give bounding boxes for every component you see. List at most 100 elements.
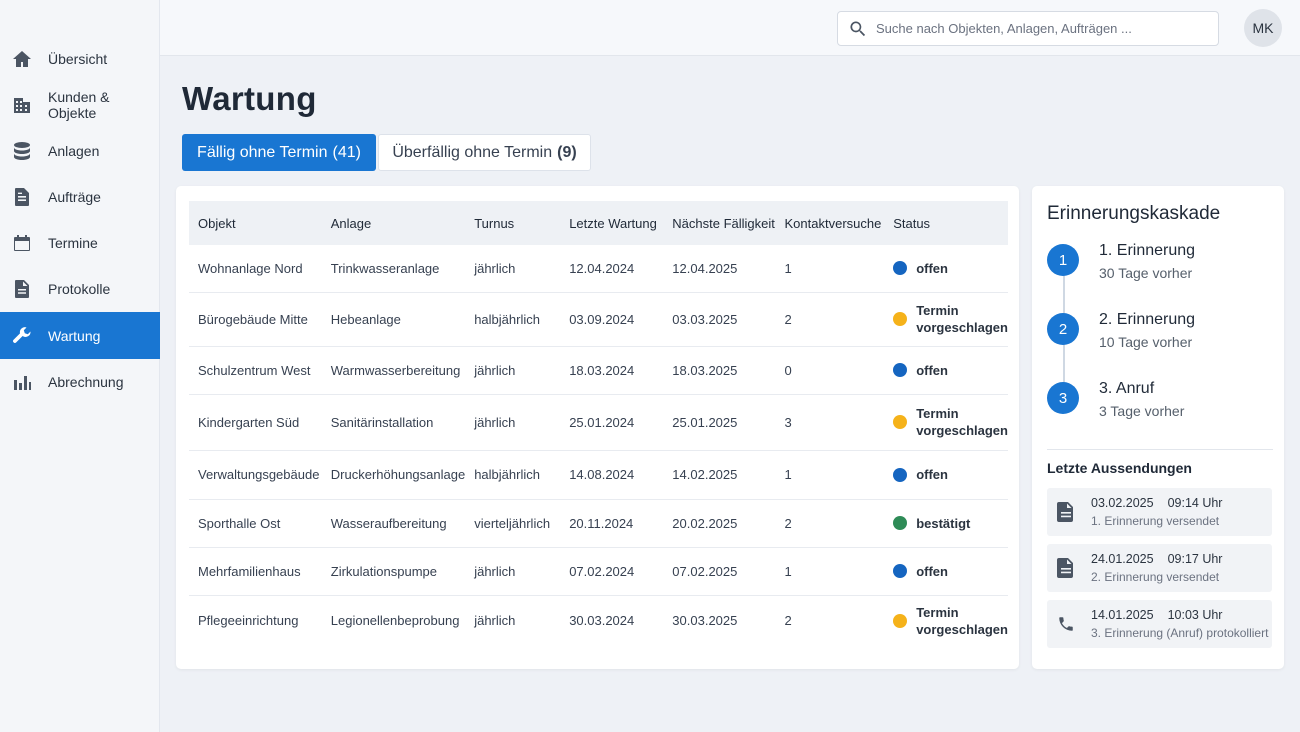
table-row[interactable]: Schulzentrum West Warmwasserbereitung jähr…	[189, 346, 1008, 394]
cell-status: offen	[884, 346, 1008, 394]
user-avatar[interactable]: MK	[1244, 9, 1282, 47]
step-subtitle: 10 Tage vorher	[1099, 334, 1193, 350]
column-header-turnus[interactable]: Turnus	[465, 201, 560, 245]
step-title: 3. Anruf	[1099, 380, 1155, 397]
cell-turnus: jährlich	[474, 362, 516, 378]
tab-ueberfaellig-ohne-termin[interactable]: Überfällig ohne Termin (9)	[378, 134, 591, 171]
cell-naechste-faelligkeit: 20.02.2025	[672, 515, 738, 531]
cell-status: Termin vorgeschlagen	[884, 292, 1008, 346]
column-header-kontaktversuche[interactable]: Kontaktversuche	[776, 201, 885, 245]
status-badge: Termin vorgeschlagen	[893, 302, 1008, 336]
top-bar: MK	[160, 0, 1300, 56]
cell-objekt: Sporthalle Ost	[198, 515, 281, 531]
cell-naechste-faelligkeit: 03.03.2025	[672, 311, 738, 327]
cell-naechste-faelligkeit: 14.02.2025	[672, 467, 738, 482]
cell-turnus: vierteljährlich	[474, 515, 551, 531]
sidebar-item-label: Abrechnung	[48, 374, 124, 390]
cell-kontaktversuche: 2	[784, 515, 792, 531]
cell-kontaktversuche: 1	[784, 260, 792, 276]
status-badge: offen	[893, 260, 1008, 277]
sending-time: 09:14 Uhr	[1167, 496, 1223, 510]
table-row[interactable]: Mehrfamilienhaus Zirkulationspumpe jährlic…	[189, 547, 1008, 595]
sidebar-item-übersicht[interactable]: Übersicht	[0, 36, 160, 82]
tab-faellig-ohne-termin[interactable]: Fällig ohne Termin (41)	[182, 134, 376, 171]
tab-count: (41)	[332, 143, 361, 161]
sidebar-item-label: Protokolle	[48, 281, 111, 297]
cell-turnus: jährlich	[474, 260, 516, 276]
status-label: Termin vorgeschlagen	[916, 406, 1008, 438]
cell-objekt: Pflegeeinrichtung	[198, 613, 299, 629]
recent-sending-item[interactable]: 03.02.2025 09:14 Uhr 1. Erinnerung versen…	[1047, 488, 1272, 536]
sidebar-item-label: Termine	[48, 235, 98, 251]
cell-anlage: Hebeanlage	[330, 311, 401, 327]
cell-anlage: Zirkulationspumpe	[330, 563, 437, 579]
cell-status: Termin vorgeschlagen	[884, 595, 1008, 646]
document-icon	[1057, 558, 1075, 578]
document-icon	[12, 187, 32, 207]
sidebar-item-label: Aufträge	[48, 189, 101, 205]
home-icon	[12, 49, 32, 69]
status-dot	[893, 564, 908, 578]
cell-letzte-wartung: 25.01.2024	[569, 414, 635, 430]
cell-naechste-faelligkeit: 12.04.2025	[672, 260, 738, 276]
cell-letzte-wartung: 07.02.2024	[569, 563, 635, 579]
table-row[interactable]: Sporthalle Ost Wasseraufbereitung viertelj…	[189, 499, 1008, 547]
divider	[1047, 449, 1273, 450]
status-badge: offen	[893, 362, 1008, 379]
sidebar-item-protokolle[interactable]: Protokolle	[0, 266, 160, 312]
cell-status: Termin vorgeschlagen	[884, 394, 1008, 450]
sending-description: 3. Erinnerung (Anruf) protokolliert	[1091, 626, 1269, 640]
search-box[interactable]	[837, 11, 1219, 46]
cell-turnus: jährlich	[474, 414, 516, 430]
search-input[interactable]	[876, 21, 1206, 36]
column-header-letzte-wartung[interactable]: Letzte Wartung	[560, 201, 663, 245]
table-row[interactable]: Kindergarten Süd Sanitärinstallation jährl…	[189, 394, 1008, 450]
table-row[interactable]: Verwaltungsgebäude Druckerhöhungsanlage ha…	[189, 450, 1008, 499]
cell-anlage: Warmwasserbereitung	[330, 362, 461, 378]
tab-label: Überfällig ohne Termin	[392, 143, 553, 161]
cell-kontaktversuche: 0	[784, 362, 792, 378]
status-dot	[893, 516, 908, 530]
cell-letzte-wartung: 20.11.2024	[569, 515, 634, 531]
cell-letzte-wartung: 14.08.2024	[569, 467, 635, 482]
document-icon	[1057, 502, 1075, 522]
sidebar-item-abrechnung[interactable]: Abrechnung	[0, 359, 160, 405]
cell-letzte-wartung: 30.03.2024	[569, 613, 635, 629]
cell-naechste-faelligkeit: 18.03.2025	[672, 362, 738, 378]
recent-sendings-title: Letzte Aussendungen	[1047, 460, 1192, 476]
sidebar-item-aufträge[interactable]: Aufträge	[0, 174, 160, 220]
status-label: bestätigt	[916, 515, 971, 531]
sidebar-item-label: Kunden & Objekte	[48, 89, 110, 121]
sidebar-item-kunden-objekte[interactable]: Kunden & Objekte	[0, 82, 160, 128]
status-label: offen	[916, 467, 948, 482]
table-row[interactable]: Wohnanlage Nord Trinkwasseranlage jährlich…	[189, 245, 1008, 292]
sidebar: Übersicht Kunden & Objekte Anlagen Aufträge…	[0, 0, 160, 732]
sidebar-item-wartung[interactable]: Wartung	[0, 312, 160, 359]
sidebar-item-label: Übersicht	[48, 51, 108, 67]
sidebar-item-label: Anlagen	[48, 143, 100, 159]
step-number-badge: 3	[1047, 382, 1079, 414]
status-dot	[893, 261, 908, 276]
sending-description: 1. Erinnerung versendet	[1091, 514, 1220, 528]
tab-label: Fällig ohne Termin	[197, 143, 328, 161]
column-header-anlage[interactable]: Anlage	[322, 201, 465, 245]
sidebar-item-anlagen[interactable]: Anlagen	[0, 128, 160, 174]
cell-anlage: Wasseraufbereitung	[330, 515, 447, 531]
cell-anlage: Trinkwasseranlage	[330, 260, 440, 276]
page-title: Wartung	[182, 80, 317, 117]
table-row[interactable]: Bürogebäude Mitte Hebeanlage halbjährlich 0…	[189, 292, 1008, 346]
sending-date: 03.02.2025	[1091, 496, 1154, 510]
bar-chart-icon	[12, 372, 32, 392]
recent-sending-item[interactable]: 24.01.2025 09:17 Uhr 2. Erinnerung versen…	[1047, 544, 1272, 592]
table-row[interactable]: Pflegeeinrichtung Legionellenbeprobung jäh…	[189, 595, 1008, 646]
cell-naechste-faelligkeit: 30.03.2025	[672, 613, 738, 629]
column-header-naechste-faelligkeit[interactable]: Nächste Fälligkeit	[663, 201, 775, 245]
cell-turnus: halbjährlich	[474, 311, 540, 327]
reminder-cascade-card: Erinnerungskaskade 1 1. Erinnerung 30 Ta…	[1032, 186, 1284, 669]
cell-naechste-faelligkeit: 25.01.2025	[672, 414, 738, 430]
column-header-status[interactable]: Status	[884, 201, 1008, 245]
sidebar-item-termine[interactable]: Termine	[0, 220, 160, 266]
column-header-objekt[interactable]: Objekt	[189, 201, 322, 245]
sending-time: 10:03 Uhr	[1167, 608, 1223, 622]
recent-sending-item[interactable]: 14.01.2025 10:03 Uhr 3. Erinnerung (Anruf…	[1047, 600, 1272, 648]
